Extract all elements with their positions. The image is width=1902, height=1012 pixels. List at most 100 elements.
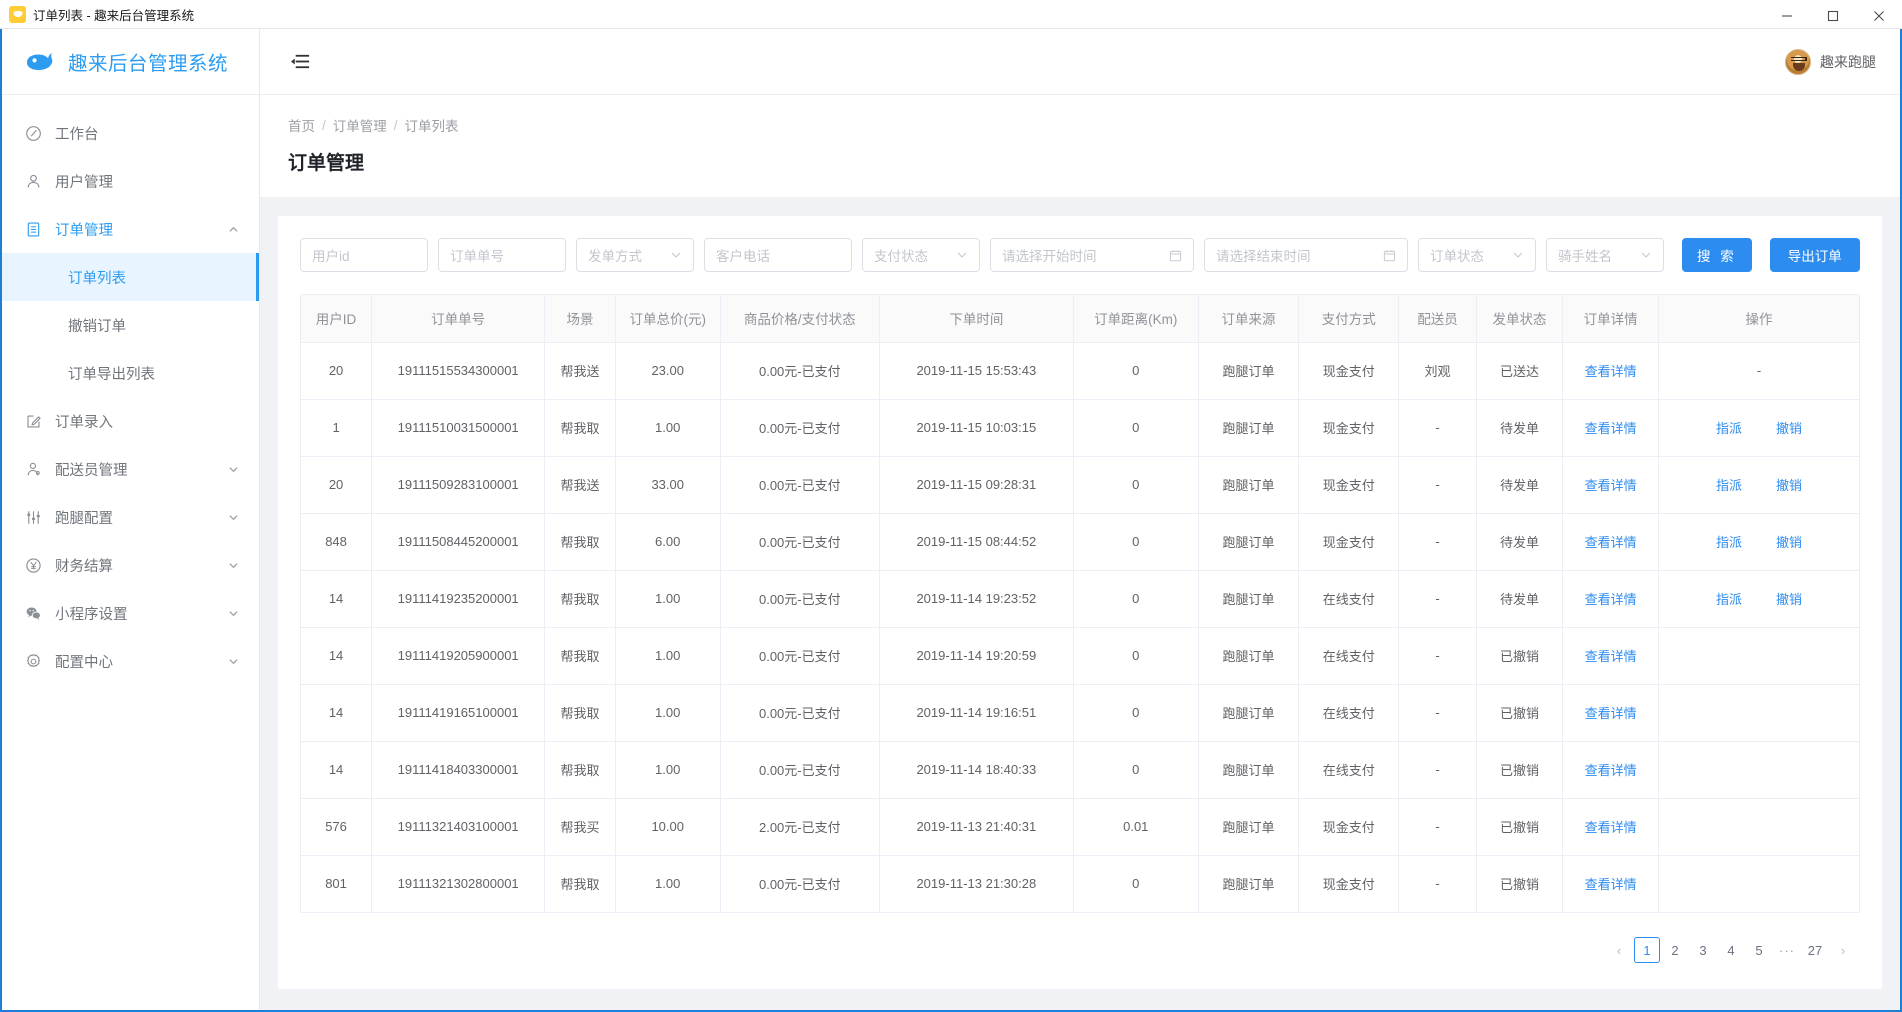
order-time: 2019-11-13 21:30:28 (879, 855, 1074, 912)
assign-link[interactable]: 指派 (1716, 532, 1742, 551)
maximize-button[interactable] (1810, 0, 1856, 31)
order-distance: 0 (1073, 741, 1199, 799)
filter-bar: 用户id 订单单号 发单方式 客户电话 支付状态 请选择开始时间 请选择结束时间… (300, 238, 1860, 272)
view-detail-link[interactable]: 查看详情 (1585, 364, 1637, 379)
pagination-page-2[interactable]: 2 (1662, 937, 1688, 963)
sidebar-item-label: 工作台 (55, 126, 99, 143)
pagination-next[interactable]: › (1830, 937, 1856, 963)
sidebar-item-order-list[interactable]: 订单列表 (2, 253, 259, 301)
user-profile[interactable]: 趣来跑腿 (1785, 48, 1876, 75)
page-header: 首页 / 订单管理 / 订单列表 订单管理 (260, 95, 1900, 198)
export-orders-button[interactable]: 导出订单 (1769, 238, 1860, 272)
order-source: 跑腿订单 (1198, 627, 1300, 685)
view-detail-link[interactable]: 查看详情 (1585, 649, 1637, 664)
order-user-id: 576 (301, 798, 373, 856)
minimize-button[interactable] (1764, 0, 1810, 31)
breadcrumb-item-order-management[interactable]: 订单管理 (333, 115, 387, 135)
cancel-link[interactable]: 撤销 (1776, 475, 1802, 494)
order-scene: 帮我取 (544, 513, 616, 571)
assign-link[interactable]: 指派 (1716, 418, 1742, 437)
sidebar-item-label: 跑腿配置 (55, 510, 113, 527)
order-dispatch-status: 待发单 (1476, 570, 1564, 628)
breadcrumb-item-order-list: 订单列表 (404, 119, 459, 134)
order-time: 2019-11-15 15:53:43 (879, 342, 1074, 400)
view-detail-link[interactable]: 查看详情 (1585, 478, 1637, 493)
table-row: 14 19111418403300001 帮我取 1.00 0.00元-已支付 2019-… (301, 741, 1859, 799)
order-actions-cell: 指派 撤销 (1658, 456, 1859, 514)
sidebar-item-courier-management[interactable]: 配送员管理 (2, 445, 259, 493)
cancel-link[interactable]: 撤销 (1776, 532, 1802, 551)
sidebar-item-order-export-list[interactable]: 订单导出列表 (2, 349, 259, 397)
brand-header[interactable]: 趣来后台管理系统 (2, 29, 259, 95)
close-button[interactable] (1856, 0, 1902, 31)
order-goods-price: 0.00元-已支付 (720, 684, 881, 742)
breadcrumb-item-home[interactable]: 首页 (288, 115, 315, 135)
th-order-time: 下单时间 (879, 295, 1074, 343)
view-detail-link[interactable]: 查看详情 (1585, 877, 1637, 892)
rider-name-select[interactable]: 骑手姓名 (1546, 238, 1664, 272)
sidebar-item-config-center[interactable]: 配置中心 (2, 637, 259, 685)
order-no: 19111419235200001 (371, 570, 546, 628)
order-user-id: 20 (301, 342, 373, 400)
user-id-input[interactable]: 用户id (300, 238, 428, 272)
sidebar-item-finance-settlement[interactable]: 财务结算 (2, 541, 259, 589)
order-scene: 帮我买 (544, 798, 616, 856)
order-user-id: 14 (301, 741, 373, 799)
sidebar-item-order-entry[interactable]: 订单录入 (2, 397, 259, 445)
order-total: 1.00 (615, 741, 721, 799)
order-pay-method: 现金支付 (1298, 456, 1400, 514)
search-button[interactable]: 搜 索 (1682, 238, 1752, 272)
cancel-link[interactable]: 撤销 (1776, 418, 1802, 437)
pagination-ellipsis[interactable]: ··· (1774, 937, 1800, 963)
order-no-input[interactable]: 订单单号 (438, 238, 566, 272)
sidebar-item-label: 用户管理 (55, 174, 113, 191)
sidebar-subitem-label: 订单列表 (68, 270, 126, 287)
sidebar-item-miniprogram-settings[interactable]: 小程序设置 (2, 589, 259, 637)
sidebar-item-user-management[interactable]: 用户管理 (2, 157, 259, 205)
order-pay-method: 在线支付 (1298, 627, 1400, 685)
order-status-select[interactable]: 订单状态 (1418, 238, 1536, 272)
sidebar-item-errand-config[interactable]: 跑腿配置 (2, 493, 259, 541)
pagination-page-last[interactable]: 27 (1802, 937, 1828, 963)
end-time-picker[interactable]: 请选择结束时间 (1204, 238, 1408, 272)
th-dispatch-status: 发单状态 (1476, 295, 1564, 343)
cancel-link[interactable]: 撤销 (1776, 589, 1802, 608)
page-title: 订单管理 (288, 153, 365, 174)
assign-link[interactable]: 指派 (1716, 589, 1742, 608)
pagination-page-4[interactable]: 4 (1718, 937, 1744, 963)
customer-phone-input[interactable]: 客户电话 (704, 238, 852, 272)
view-detail-link[interactable]: 查看详情 (1585, 421, 1637, 436)
pagination-prev[interactable]: ‹ (1606, 937, 1632, 963)
order-actions-cell (1658, 798, 1859, 856)
order-dispatch-status: 已撤销 (1476, 627, 1564, 685)
view-detail-link[interactable]: 查看详情 (1585, 706, 1637, 721)
sidebar-item-label: 订单管理 (55, 222, 113, 239)
orders-table-container: 用户ID 订单单号 场景 订单总价(元) 商品价格/支付状态 下单时间 订单距离… (300, 294, 1860, 913)
start-time-picker[interactable]: 请选择开始时间 (990, 238, 1194, 272)
menu-fold-icon[interactable] (288, 50, 312, 74)
send-way-select[interactable]: 发单方式 (576, 238, 694, 272)
order-courier: - (1398, 855, 1477, 912)
sidebar-item-workbench[interactable]: 工作台 (2, 109, 259, 157)
th-order-no: 订单单号 (371, 295, 546, 343)
view-detail-link[interactable]: 查看详情 (1585, 820, 1637, 835)
sidebar-item-label: 财务结算 (55, 558, 113, 575)
pagination-page-5[interactable]: 5 (1746, 937, 1772, 963)
sidebar-item-order-management[interactable]: 订单管理 (2, 205, 259, 253)
order-goods-price: 0.00元-已支付 (720, 570, 881, 628)
view-detail-link[interactable]: 查看详情 (1585, 592, 1637, 607)
assign-link[interactable]: 指派 (1716, 475, 1742, 494)
pagination-page-1[interactable]: 1 (1634, 937, 1660, 963)
order-user-id: 14 (301, 570, 373, 628)
pagination-page-3[interactable]: 3 (1690, 937, 1716, 963)
order-time: 2019-11-14 19:16:51 (879, 684, 1074, 742)
order-list-panel: 用户id 订单单号 发单方式 客户电话 支付状态 请选择开始时间 请选择结束时间… (278, 216, 1882, 989)
pay-status-select[interactable]: 支付状态 (862, 238, 980, 272)
order-detail-cell: 查看详情 (1562, 798, 1659, 856)
th-user-id: 用户ID (301, 295, 373, 343)
sidebar-subitem-label: 订单导出列表 (68, 366, 155, 383)
view-detail-link[interactable]: 查看详情 (1585, 763, 1637, 778)
sidebar-item-cancelled-orders[interactable]: 撤销订单 (2, 301, 259, 349)
order-no-placeholder: 订单单号 (450, 249, 504, 264)
view-detail-link[interactable]: 查看详情 (1585, 535, 1637, 550)
